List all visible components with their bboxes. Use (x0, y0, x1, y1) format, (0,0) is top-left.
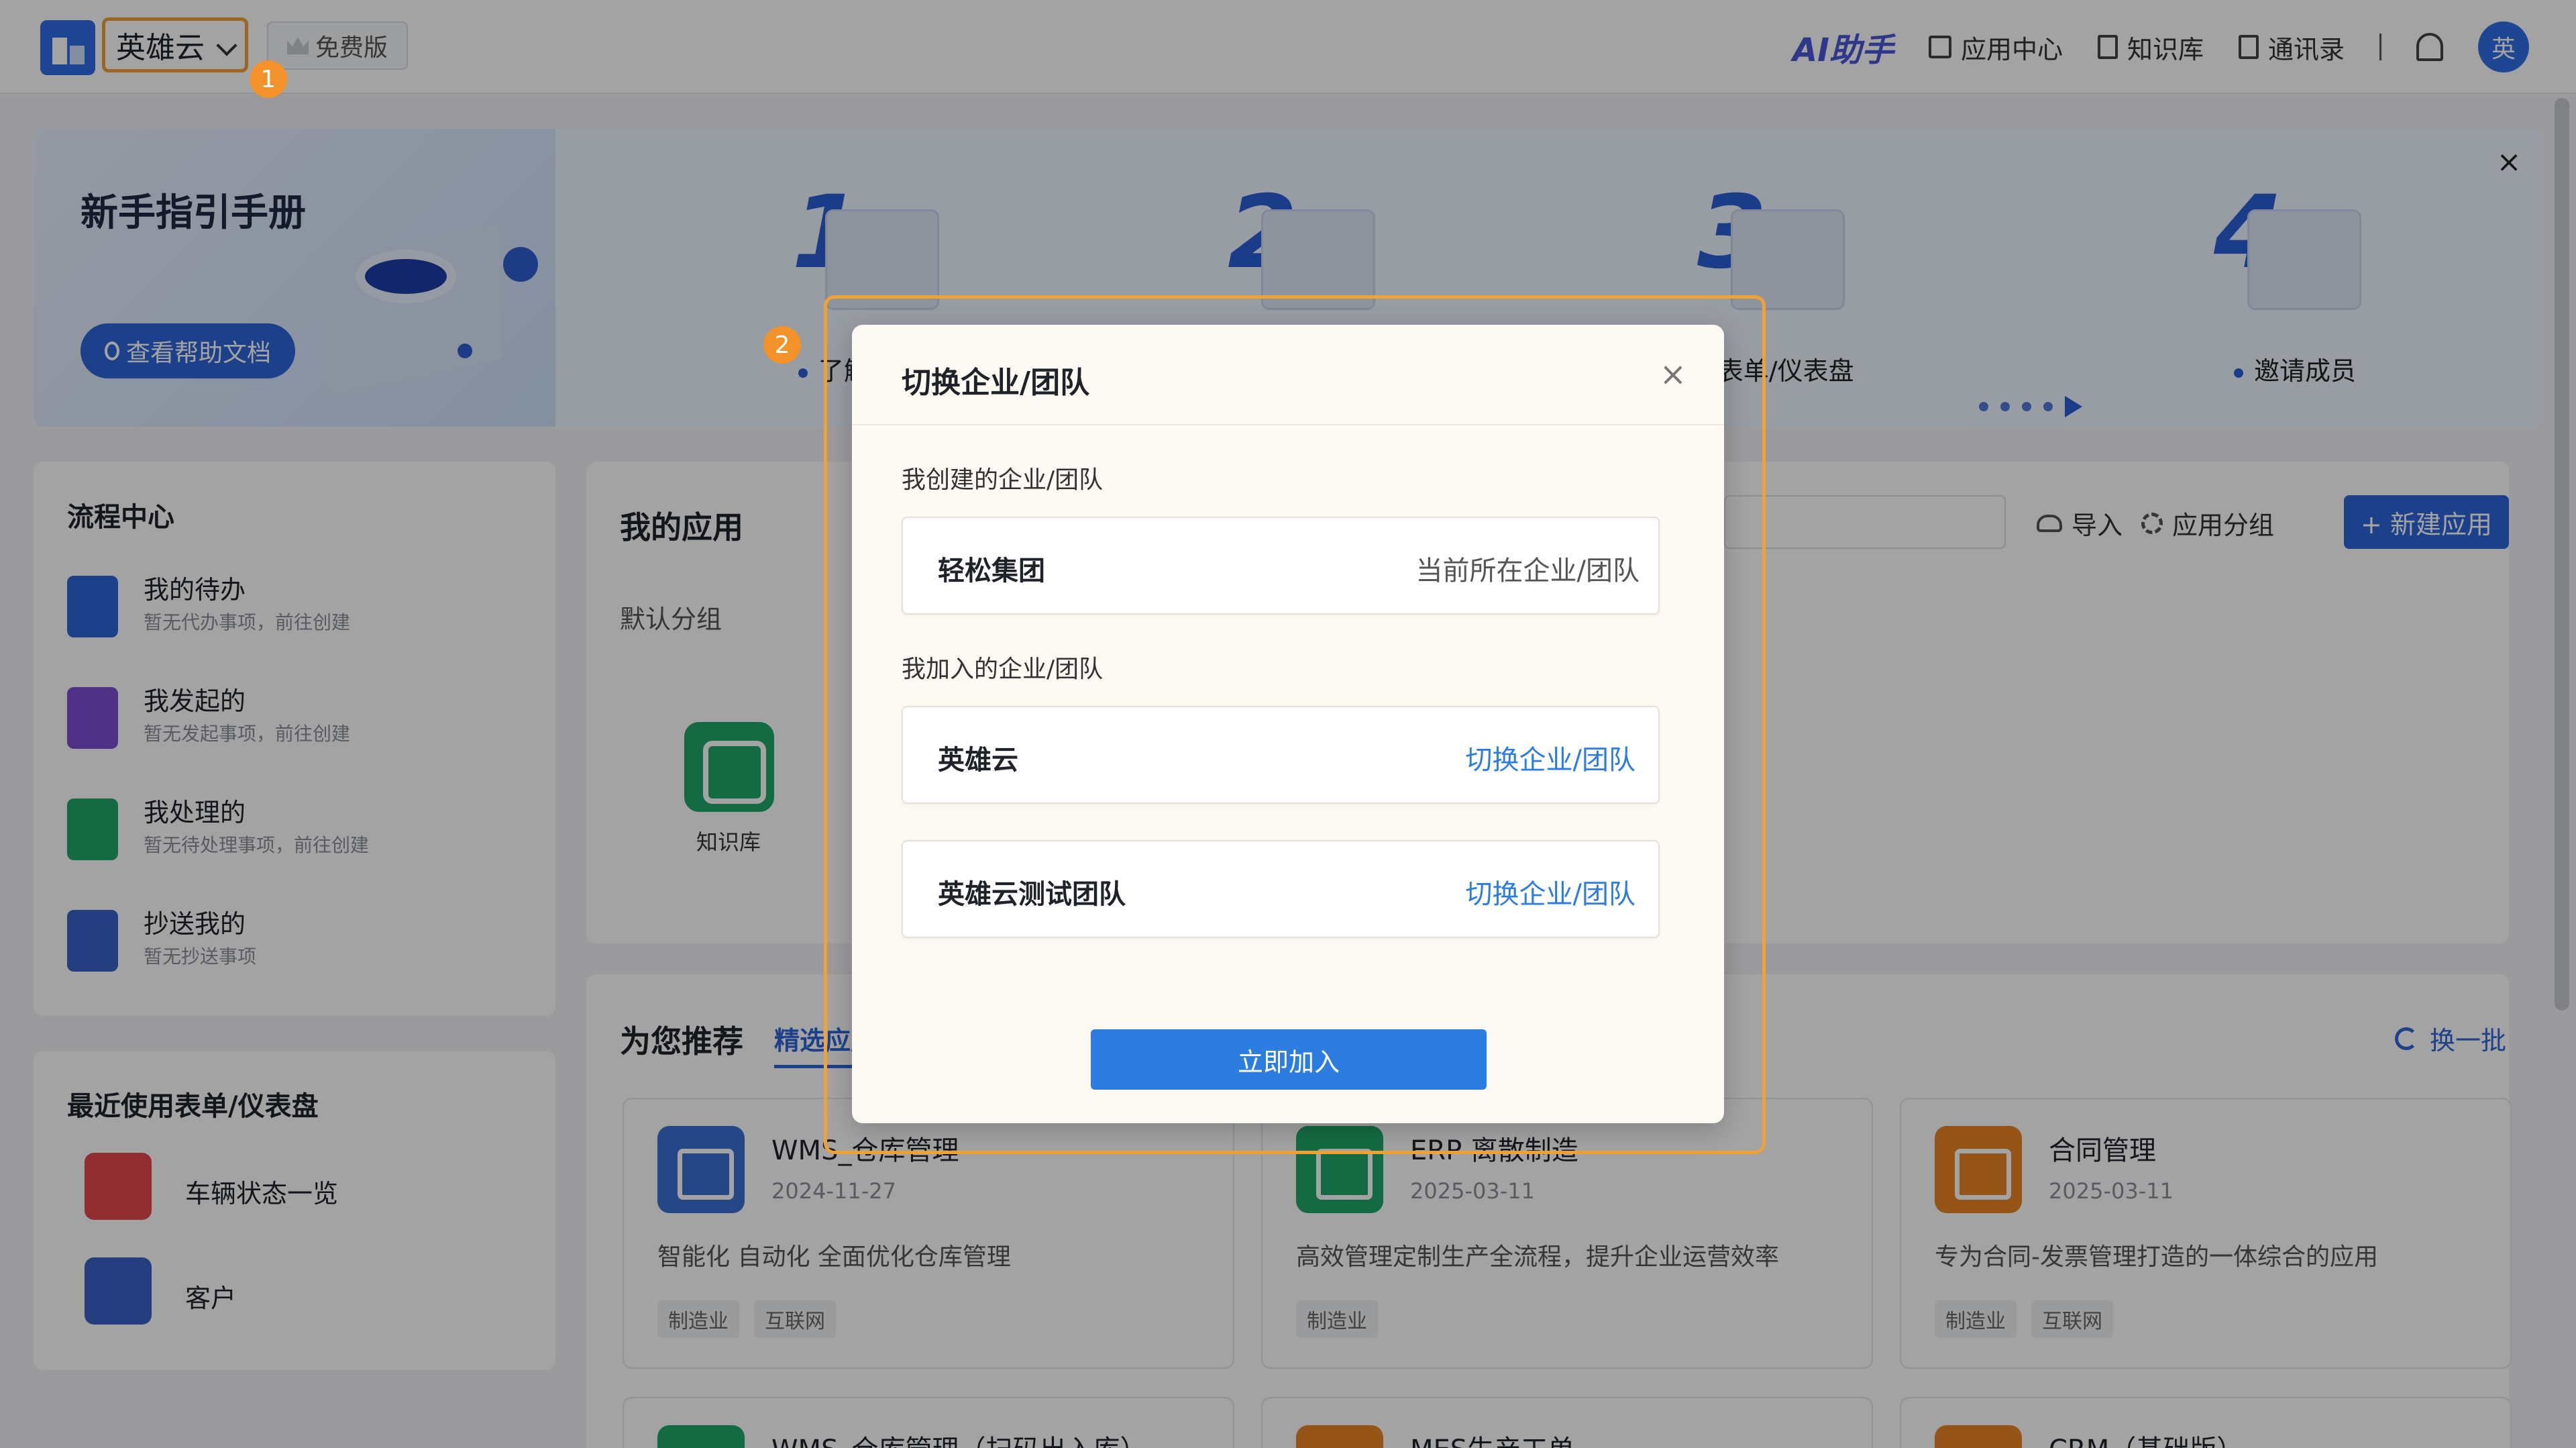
team-name: 英雄云测试团队 (938, 879, 1126, 910)
team-row-created: 轻松集团 当前所在企业/团队 (902, 517, 1660, 615)
dialog-title: 切换企业/团队 (902, 366, 1090, 400)
created-teams-label: 我创建的企业/团队 (902, 466, 1104, 494)
switch-team-link[interactable]: 切换企业/团队 (1466, 872, 1635, 911)
callout-badge-1: 1 (250, 60, 287, 98)
dialog-header: 切换企业/团队 × (852, 325, 1724, 425)
current-team-status: 当前所在企业/团队 (1415, 556, 1640, 586)
join-now-button[interactable]: 立即加入 (1091, 1029, 1487, 1090)
callout-badge-2: 2 (763, 326, 801, 364)
team-name: 轻松集团 (938, 556, 1045, 586)
team-row-joined: 英雄云测试团队 切换企业/团队 (902, 840, 1660, 938)
team-row-joined: 英雄云 切换企业/团队 (902, 706, 1660, 804)
switch-team-link[interactable]: 切换企业/团队 (1466, 738, 1635, 777)
switch-team-dialog: 切换企业/团队 × 我创建的企业/团队 轻松集团 当前所在企业/团队 我加入的企… (852, 325, 1724, 1123)
joined-teams-label: 我加入的企业/团队 (902, 656, 1104, 683)
team-name: 英雄云 (938, 745, 1018, 776)
close-icon[interactable]: × (1660, 358, 1686, 391)
